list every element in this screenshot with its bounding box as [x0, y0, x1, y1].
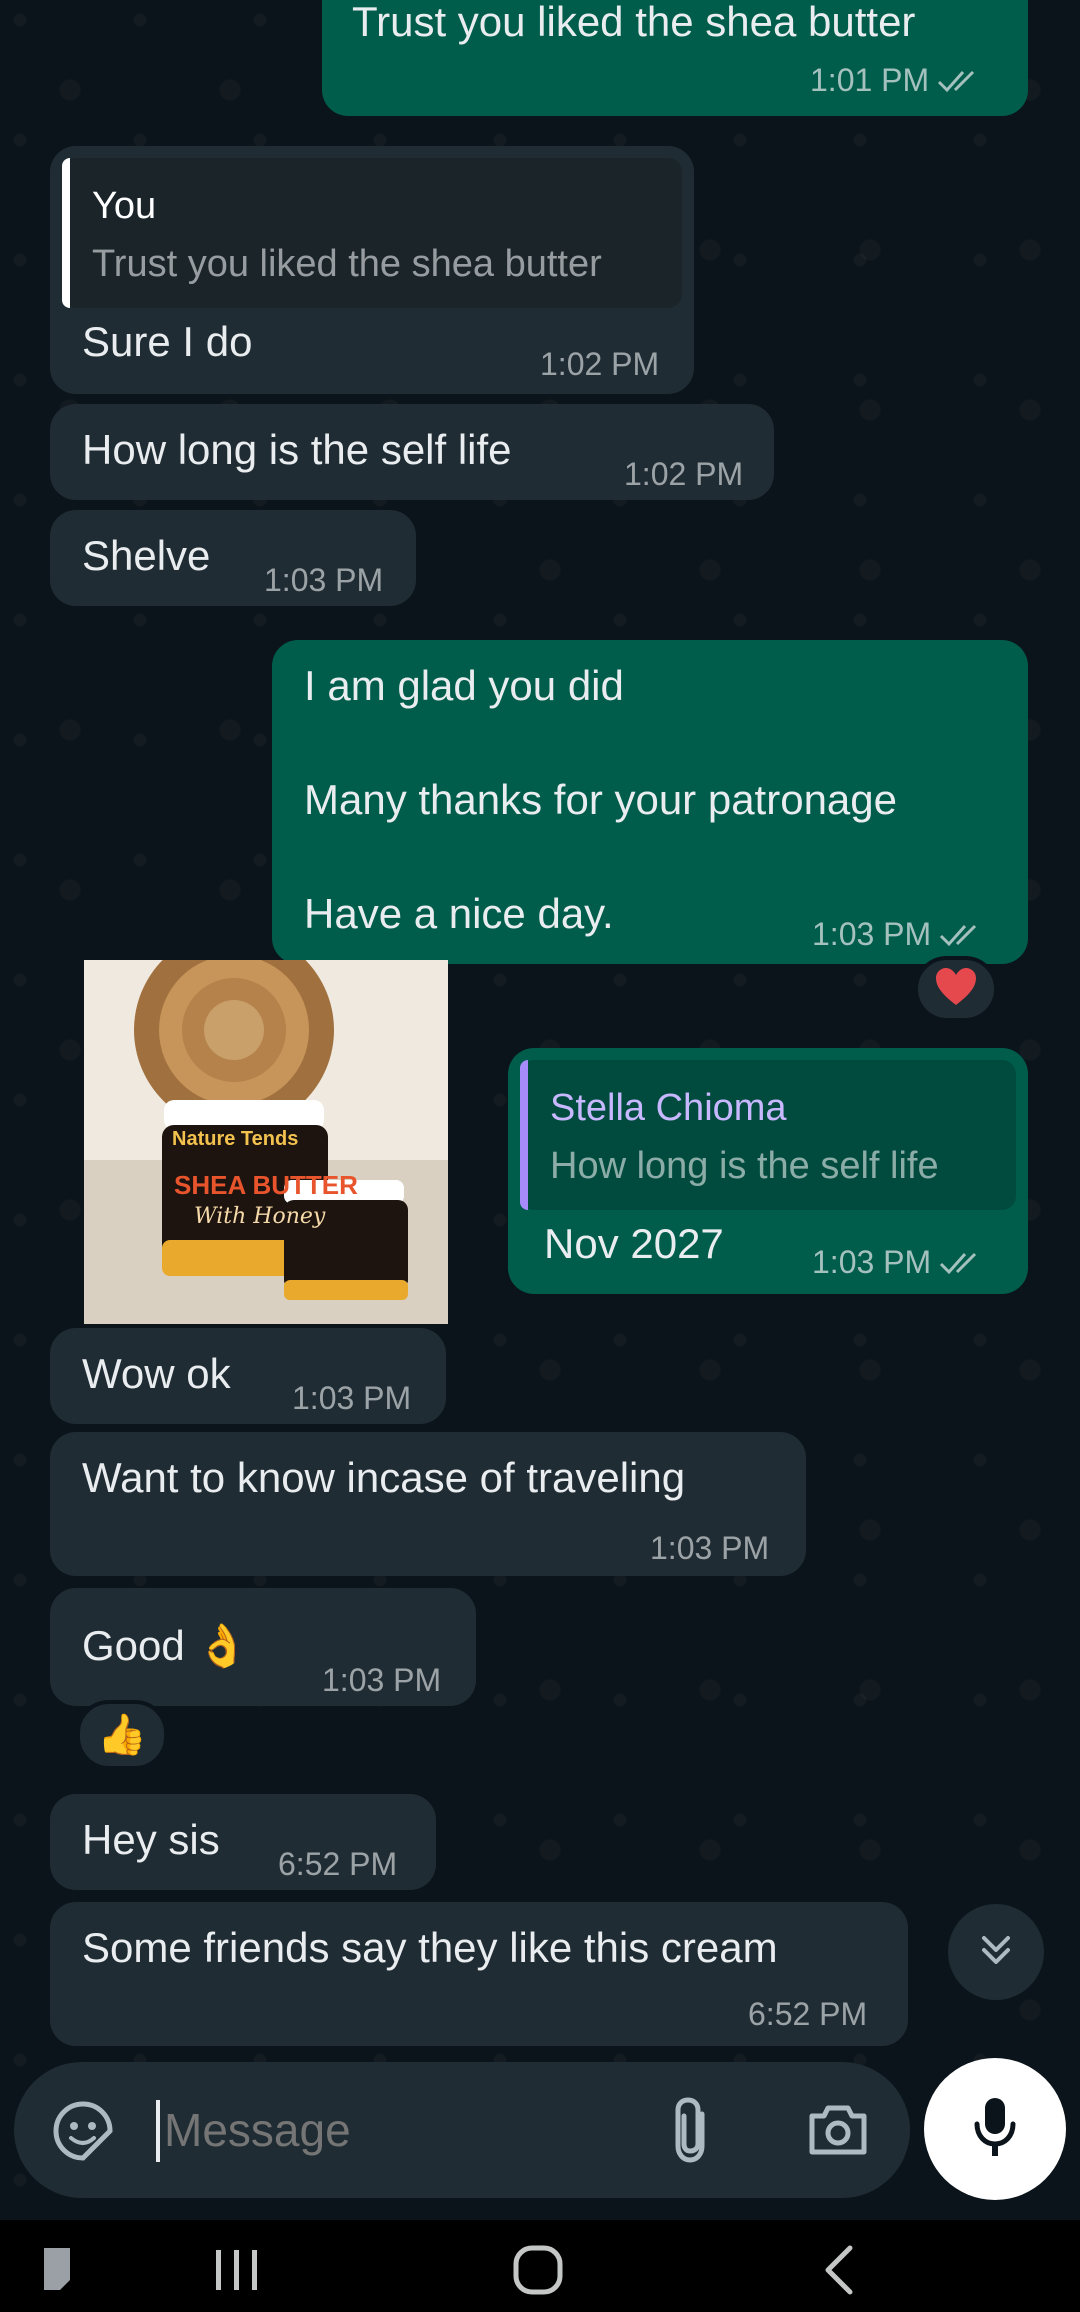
message-incoming[interactable]: Wow ok 1:03 PM [50, 1328, 446, 1424]
quote-bar [62, 158, 70, 308]
product-label: Nature Tends [172, 1128, 299, 1150]
check-double-icon [939, 919, 983, 955]
message-time: 1:01 PM [810, 62, 981, 101]
check-double-icon [937, 65, 981, 101]
message-incoming[interactable]: You Trust you liked the shea butter Sure… [50, 146, 694, 394]
quote-text: Trust you liked the shea butter [92, 243, 602, 285]
attach-icon[interactable] [668, 2096, 716, 2171]
cursor-caret [156, 2100, 160, 2162]
message-incoming[interactable]: Shelve 1:03 PM [50, 510, 416, 606]
camera-icon[interactable] [806, 2102, 870, 2163]
quote-text: How long is the self life [550, 1145, 939, 1187]
recent-apps-icon[interactable] [212, 2248, 262, 2297]
system-nav-bar [0, 2220, 1080, 2312]
thumbs-up-emoji: 👍 [97, 1713, 147, 1757]
message-time: 6:52 PM [278, 1846, 398, 1882]
message-text: Want to know incase of traveling [82, 1454, 686, 1501]
sticker-icon[interactable] [52, 2100, 114, 2167]
message-text: Wow ok [82, 1350, 231, 1397]
home-icon[interactable] [512, 2244, 564, 2301]
message-time: 1:03 PM [812, 1244, 983, 1283]
message-input[interactable] [164, 2090, 644, 2170]
message-text: Good 👌 [82, 1622, 249, 1669]
quote-author: Stella Chioma [550, 1087, 787, 1129]
message-time: 1:02 PM [540, 346, 660, 382]
message-outgoing[interactable]: Stella Chioma How long is the self life … [508, 1048, 1028, 1294]
message-incoming[interactable]: Some friends say they like this cream 6:… [50, 1902, 908, 2046]
message-time: 1:03 PM [812, 916, 983, 955]
heart-icon [934, 967, 978, 1012]
message-text: Hey sis [82, 1816, 220, 1863]
message-composer [14, 2062, 910, 2198]
quote-bar [520, 1060, 528, 1210]
message-time: 1:03 PM [264, 562, 384, 598]
quoted-message[interactable]: You Trust you liked the shea butter [62, 158, 682, 308]
message-outgoing[interactable]: Trust you liked the shea butter 1:01 PM [322, 0, 1028, 116]
reaction-badge[interactable]: 👍 [76, 1700, 168, 1770]
message-text: Trust you liked the shea butter [352, 0, 916, 45]
scroll-to-bottom-button[interactable] [948, 1904, 1044, 2000]
message-text: Sure I do [82, 318, 253, 365]
message-text: How long is the self life [82, 426, 512, 473]
message-text: Some friends say they like this cream [82, 1924, 778, 1971]
message-incoming[interactable]: How long is the self life 1:02 PM [50, 404, 774, 500]
reaction-badge[interactable] [914, 956, 998, 1022]
back-icon[interactable] [820, 2244, 856, 2301]
quoted-message[interactable]: Stella Chioma How long is the self life [520, 1060, 1016, 1210]
message-line: Many thanks for your patronage [304, 776, 898, 823]
product-title: SHEA BUTTER [174, 1170, 358, 1200]
mic-icon [973, 2096, 1017, 2163]
message-text: Nov 2027 [544, 1220, 724, 1267]
check-double-icon [939, 1247, 983, 1283]
message-line: Have a nice day. [304, 890, 614, 937]
message-incoming[interactable]: Hey sis 6:52 PM [50, 1794, 436, 1890]
message-text: Shelve [82, 532, 211, 579]
chevrons-down-icon [976, 1930, 1016, 1975]
product-subtitle: With Honey [194, 1204, 326, 1229]
message-incoming[interactable]: Good 👌 1:03 PM [50, 1588, 476, 1706]
message-outgoing[interactable]: I am glad you did Many thanks for your p… [272, 640, 1028, 964]
message-time: 1:02 PM [624, 456, 744, 492]
quote-author: You [92, 185, 157, 227]
message-line: I am glad you did [304, 662, 624, 709]
notes-icon[interactable] [40, 2244, 76, 2297]
voice-record-button[interactable] [924, 2058, 1066, 2200]
message-time: 6:52 PM [748, 1996, 868, 2032]
product-photo[interactable]: Nature Tends SHEA BUTTER With Honey [84, 960, 448, 1324]
message-time: 1:03 PM [292, 1380, 412, 1416]
message-incoming[interactable]: Want to know incase of traveling 1:03 PM [50, 1432, 806, 1576]
message-time: 1:03 PM [650, 1530, 770, 1566]
message-time: 1:03 PM [322, 1662, 442, 1698]
